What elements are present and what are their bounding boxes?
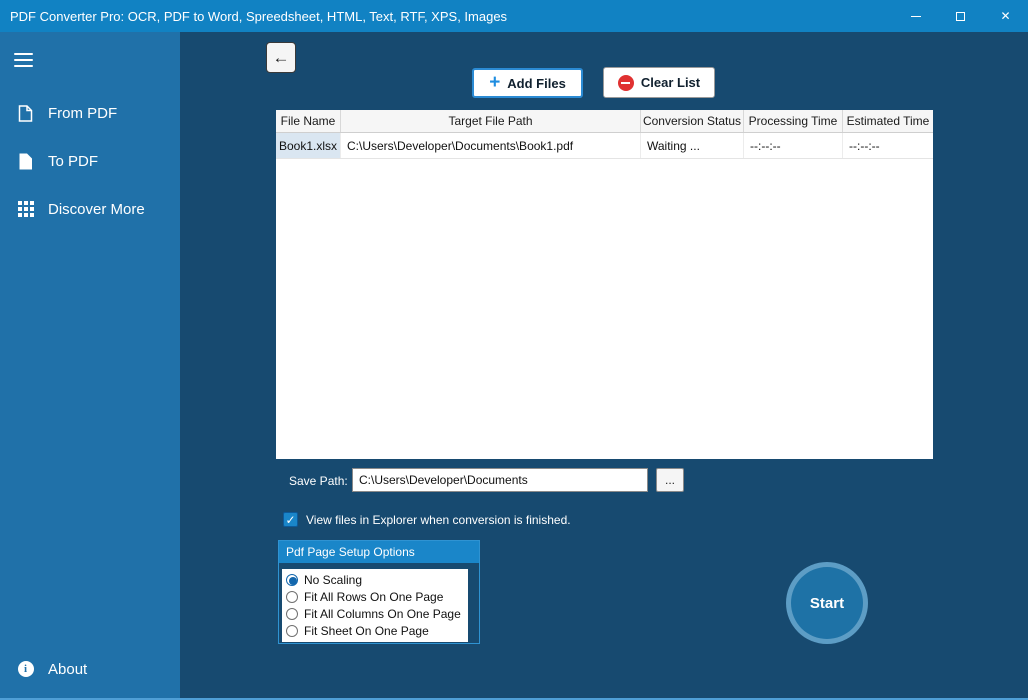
view-files-checkbox[interactable] (283, 512, 298, 527)
sidebar-item-from-pdf[interactable]: From PDF (0, 96, 180, 130)
clear-list-label: Clear List (640, 75, 701, 90)
clear-list-button[interactable]: Clear List (603, 67, 715, 98)
maximize-icon (956, 11, 965, 21)
sidebar: From PDF To PDF Discover More i About (0, 32, 180, 700)
browse-button[interactable]: ... (656, 468, 684, 492)
pdf-page-setup-group: Pdf Page Setup Options No Scaling Fit Al… (278, 540, 480, 644)
save-path-label: Save Path: (289, 474, 348, 488)
radio-button-icon (286, 573, 298, 586)
view-files-checkbox-label: View files in Explorer when conversion i… (306, 513, 571, 527)
column-header-target-file-path[interactable]: Target File Path (341, 110, 641, 132)
back-button[interactable]: ← (266, 42, 296, 73)
close-button[interactable]: ✕ (983, 0, 1028, 32)
radio-button-icon (286, 624, 298, 637)
sidebar-item-to-pdf[interactable]: To PDF (0, 144, 180, 178)
pdf-page-setup-group-title: Pdf Page Setup Options (279, 541, 479, 563)
radio-no-scaling[interactable]: No Scaling (286, 571, 468, 588)
hamburger-icon (14, 52, 33, 55)
table-row[interactable]: Book1.xlsx C:\Users\Developer\Documents\… (276, 133, 933, 159)
cell-file-name: Book1.xlsx (276, 133, 341, 158)
add-files-button[interactable]: + Add Files (472, 68, 583, 98)
grid-icon (17, 201, 34, 218)
minimize-button[interactable] (893, 0, 938, 32)
cell-status: Waiting ... (641, 133, 744, 158)
back-arrow-icon: ← (272, 47, 290, 67)
plus-icon: + (489, 71, 501, 93)
add-files-label: Add Files (507, 75, 566, 91)
close-icon: ✕ (1000, 9, 1011, 23)
cell-estimated-time: --:--:-- (849, 138, 880, 153)
cell-target-path: C:\Users\Developer\Documents\Book1.pdf (341, 133, 641, 158)
radio-fit-all-columns[interactable]: Fit All Columns On One Page (286, 605, 468, 622)
from-pdf-document-icon (17, 104, 34, 122)
sidebar-item-label: From PDF (48, 104, 118, 122)
minus-circle-icon (617, 74, 634, 91)
column-header-file-name[interactable]: File Name (276, 110, 341, 132)
page-scaling-radio-list: No Scaling Fit All Rows On One Page Fit … (282, 569, 468, 642)
column-header-conversion-status[interactable]: Conversion Status (641, 110, 744, 132)
hamburger-menu-button[interactable] (12, 47, 35, 73)
radio-button-icon (286, 607, 298, 620)
info-icon: i (17, 661, 34, 678)
minimize-icon (910, 15, 921, 17)
window-title: PDF Converter Pro: OCR, PDF to Word, Spr… (10, 8, 508, 24)
sidebar-item-label: About (48, 660, 88, 678)
main-content: ← + Add Files Clear List File Name Targe… (180, 32, 1028, 700)
file-table: File Name Target File Path Conversion St… (276, 110, 933, 459)
cell-processing-time: --:--:-- (744, 133, 843, 158)
sidebar-item-discover-more[interactable]: Discover More (0, 192, 180, 226)
window-controls: ✕ (893, 0, 1028, 32)
app-window: PDF Converter Pro: OCR, PDF to Word, Spr… (0, 0, 1028, 700)
column-header-estimated-time[interactable]: Estimated Time (843, 110, 933, 132)
table-header-row: File Name Target File Path Conversion St… (276, 110, 933, 133)
to-pdf-document-icon (17, 153, 34, 170)
sidebar-item-label: To PDF (48, 152, 99, 170)
column-header-processing-time[interactable]: Processing Time (744, 110, 843, 132)
radio-fit-sheet[interactable]: Fit Sheet On One Page (286, 622, 468, 639)
start-button[interactable]: Start (786, 562, 868, 644)
maximize-button[interactable] (938, 0, 983, 32)
sidebar-item-label: Discover More (48, 200, 145, 218)
titlebar: PDF Converter Pro: OCR, PDF to Word, Spr… (0, 0, 1028, 32)
radio-button-icon (286, 590, 298, 603)
radio-fit-all-rows[interactable]: Fit All Rows On One Page (286, 588, 468, 605)
sidebar-item-about[interactable]: i About (0, 652, 180, 686)
save-path-input[interactable] (352, 468, 648, 492)
